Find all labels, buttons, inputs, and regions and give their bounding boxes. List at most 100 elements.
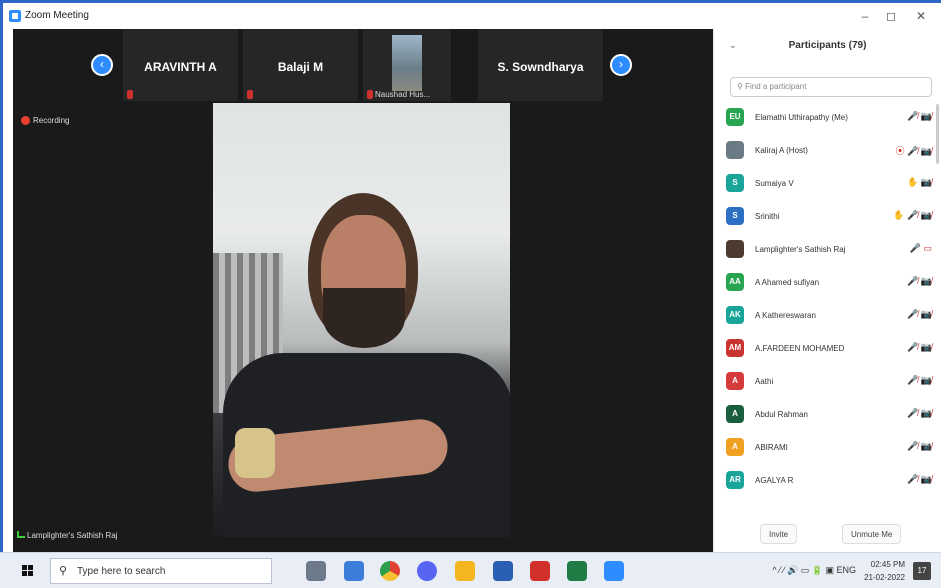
participant-name: Elamathi Uthirapathy (Me): [755, 113, 848, 122]
participant-status-icons[interactable]: 🎤̸ 📷̸: [907, 474, 932, 485]
tile-name: S. Sowndharya: [497, 60, 584, 74]
system-tray[interactable]: ^ ⁄ ⁄ 🔊 ▭ 🔋 ▣ ENG: [772, 565, 856, 576]
active-speaker-name: Lamplighter's Sathish Raj: [27, 531, 118, 540]
active-speaker-label: Lamplighter's Sathish Raj: [17, 531, 117, 540]
video-area: ‹ ARAVINTH A Balaji M Naushad Hus... S. …: [13, 29, 713, 552]
participants-title: Participants (79): [788, 40, 867, 51]
participant-avatar: [726, 141, 744, 159]
participant-avatar: EU: [726, 108, 744, 126]
participant-row[interactable]: A ABIRAMI 🎤̸ 📷̸: [714, 432, 941, 465]
recording-label: Recording: [33, 116, 70, 125]
close-button[interactable]: ✕: [913, 9, 929, 23]
participant-status-icons[interactable]: 🎤̸ 📷̸: [907, 408, 932, 419]
tile-name: Balaji M: [277, 60, 324, 74]
participant-name: A Ahamed sufiyan: [755, 278, 820, 287]
participant-avatar: AA: [726, 273, 744, 291]
participant-row[interactable]: S Srinithi ✋ 🎤̸ 📷̸: [714, 201, 941, 234]
participant-row[interactable]: A Abdul Rahman 🎤̸ 📷̸: [714, 399, 941, 432]
participant-list: EU Elamathi Uthirapathy (Me) 🎤̸ 📷̸ Kaliraj …: [714, 102, 941, 502]
windows-start-button[interactable]: [22, 565, 34, 577]
participant-row[interactable]: A Aathi 🎤̸ 📷̸: [714, 366, 941, 399]
participant-row[interactable]: S Sumaiya V ✋ 📷̸: [714, 168, 941, 201]
gallery-prev-button[interactable]: ‹: [91, 54, 113, 76]
tile-name: ARAVINTH A: [144, 60, 217, 74]
participant-name: Sumaiya V: [755, 179, 794, 188]
participant-row[interactable]: AR AGALYA R 🎤̸ 📷̸: [714, 465, 941, 498]
participant-search-input[interactable]: ⚲ Find a participant: [730, 77, 932, 97]
participant-avatar: S: [726, 174, 744, 192]
maximize-button[interactable]: ◻: [883, 9, 899, 23]
participant-status-icons[interactable]: 🎤̸ 📷̸: [907, 309, 932, 320]
search-icon: ⚲: [737, 82, 746, 91]
participant-row[interactable]: Lamplighter's Sathish Raj 🎤 ▭: [714, 234, 941, 267]
explorer-app-icon[interactable]: [344, 561, 364, 581]
participant-row[interactable]: AA A Ahamed sufiyan 🎤̸ 📷̸: [714, 267, 941, 300]
participant-status-icons[interactable]: 🎤̸ 📷̸: [907, 342, 932, 353]
unmute-me-button[interactable]: Unmute Me: [842, 524, 902, 544]
gallery-next-button[interactable]: ›: [610, 54, 632, 76]
mic-muted-icon: [127, 90, 133, 99]
participant-name: Lamplighter's Sathish Raj: [755, 245, 846, 254]
chevron-right-icon: ›: [619, 57, 623, 71]
minimize-button[interactable]: –: [857, 9, 873, 23]
word-app-icon[interactable]: [493, 561, 513, 581]
record-icon: [21, 116, 30, 126]
zoom-app-icon[interactable]: [604, 561, 624, 581]
recording-indicator: Recording: [21, 116, 70, 126]
participant-status-icons[interactable]: ✋ 📷̸: [907, 177, 932, 188]
mic-muted-icon: [367, 90, 373, 99]
discord-app-icon[interactable]: [417, 561, 437, 581]
clock[interactable]: 02:45 PM 21-02-2022: [864, 558, 905, 584]
participant-avatar: A: [726, 438, 744, 456]
gallery-tile[interactable]: S. Sowndharya: [478, 29, 603, 101]
gallery-tile[interactable]: Balaji M: [243, 29, 358, 101]
zoom-logo-icon: [9, 10, 21, 22]
participant-avatar: S: [726, 207, 744, 225]
participant-video-thumbnail: [392, 35, 422, 91]
participant-status-icons[interactable]: ✋ 🎤̸ 📷̸: [893, 210, 932, 221]
title-bar: Zoom Meeting – ◻ ✕: [3, 3, 941, 29]
excel-app-icon[interactable]: [567, 561, 587, 581]
participant-row[interactable]: Kaliraj A (Host) ⦿ 🎤̸ 📷̸: [714, 135, 941, 168]
gallery-tile[interactable]: Naushad Hus...: [363, 29, 451, 101]
participant-status-icons[interactable]: 🎤̸ 📷̸: [907, 441, 932, 452]
mic-muted-icon: [247, 90, 253, 99]
participant-row[interactable]: 🎤̸ 📷̸: [714, 498, 941, 502]
participant-row[interactable]: AK A Kathereswaran 🎤̸ 📷̸: [714, 300, 941, 333]
participant-name: A Kathereswaran: [755, 311, 816, 320]
participant-row[interactable]: EU Elamathi Uthirapathy (Me) 🎤̸ 📷̸: [714, 102, 941, 135]
participant-status-icons[interactable]: 🎤̸ 📷̸: [907, 375, 932, 386]
taskbar-search-box[interactable]: ⚲ Type here to search: [50, 558, 272, 584]
clock-time: 02:45 PM: [870, 560, 905, 569]
tile-name: Naushad Hus...: [375, 90, 431, 99]
participant-name: ABIRAMI: [755, 443, 788, 452]
files-app-icon[interactable]: [455, 561, 475, 581]
participant-status-icons[interactable]: 🎤̸ 📷̸: [907, 111, 932, 122]
participant-status-icons[interactable]: 🎤 ▭: [910, 243, 932, 254]
participant-avatar: [726, 240, 744, 258]
acrobat-app-icon[interactable]: [530, 561, 550, 581]
clock-date: 21-02-2022: [864, 573, 905, 582]
search-placeholder: Find a participant: [745, 82, 807, 91]
participant-status-icons[interactable]: 🎤̸ 📷̸: [907, 276, 932, 287]
notification-center-button[interactable]: 17: [913, 562, 931, 580]
gallery-tile[interactable]: ARAVINTH A: [123, 29, 238, 101]
window-title: Zoom Meeting: [25, 10, 89, 21]
speaker-watch: [235, 428, 275, 478]
gallery-strip: ARAVINTH A Balaji M Naushad Hus... S. So…: [123, 29, 613, 101]
participant-avatar: A: [726, 405, 744, 423]
invite-button[interactable]: Invite: [760, 524, 798, 544]
participant-status-icons[interactable]: ⦿ 🎤̸ 📷̸: [896, 144, 932, 157]
chrome-app-icon[interactable]: [380, 561, 400, 581]
panel-footer: Invite Unmute Me: [714, 524, 941, 544]
participant-name: A.FARDEEN MOHAMED: [755, 344, 845, 353]
participant-avatar: AK: [726, 306, 744, 324]
widgets-app-icon[interactable]: [306, 561, 326, 581]
participant-name: Aathi: [755, 377, 774, 386]
participant-row[interactable]: AM A.FARDEEN MOHAMED 🎤̸ 📷̸: [714, 333, 941, 366]
participant-avatar: AM: [726, 339, 744, 357]
participant-avatar: AR: [726, 471, 744, 489]
participant-name: AGALYA R: [755, 476, 794, 485]
participant-name: Kaliraj A (Host): [755, 146, 808, 155]
taskbar-search-placeholder: Type here to search: [77, 566, 166, 577]
